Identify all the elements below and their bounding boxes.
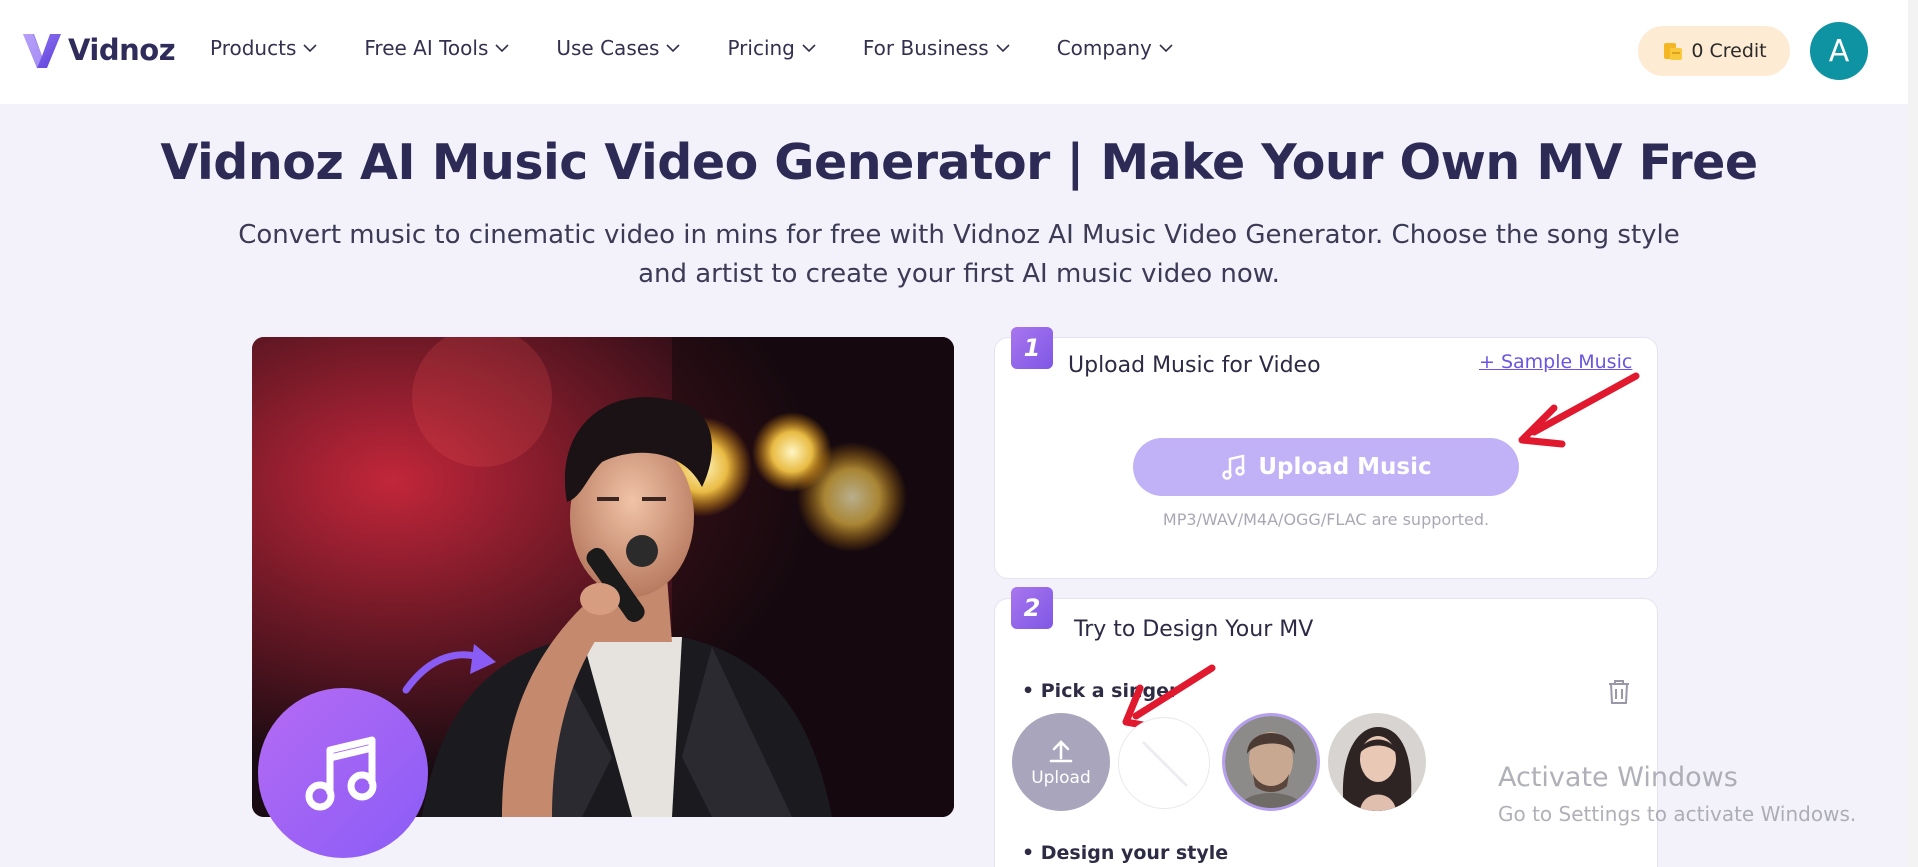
vidnoz-logo-mark-icon [23, 34, 61, 68]
step-1-badge: 1 [1011, 327, 1053, 369]
nav-label: Use Cases [556, 36, 660, 60]
trash-icon[interactable] [1606, 678, 1632, 706]
no-singer-option[interactable] [1118, 717, 1210, 809]
female-singer-avatar [1328, 713, 1426, 811]
nav-free-ai-tools[interactable]: Free AI Tools [364, 36, 510, 60]
chevron-down-icon [1159, 44, 1173, 53]
nav-label: For Business [862, 36, 989, 60]
music-note-icon [305, 736, 377, 811]
nav-label: Free AI Tools [364, 36, 489, 60]
upload-music-label: Upload Music [1258, 454, 1432, 480]
chevron-down-icon [666, 44, 681, 53]
activate-windows-hint: Go to Settings to activate Windows. [1498, 802, 1857, 826]
supported-formats-text: MP3/WAV/M4A/OGG/FLAC are supported. [1162, 510, 1490, 529]
user-avatar[interactable]: A [1810, 22, 1868, 80]
logo-text: Vidnoz [68, 33, 176, 67]
vidnoz-logo[interactable]: Vidnoz [20, 28, 176, 72]
upload-singer-button[interactable]: Upload [1012, 713, 1110, 811]
chevron-down-icon [802, 44, 816, 53]
coins-icon [1664, 43, 1683, 60]
credit-label: 0 Credit [1691, 40, 1767, 62]
upload-singer-label: Upload [1031, 768, 1091, 788]
none-slash-icon [1141, 740, 1189, 788]
design-style-label: • Design your style [1022, 842, 1229, 864]
upload-music-button[interactable]: Upload Music [1133, 438, 1519, 496]
chevron-down-icon [495, 44, 509, 53]
nav-use-cases[interactable]: Use Cases [556, 36, 681, 60]
nav-label: Pricing [727, 36, 795, 60]
main-nav: Products Free AI Tools Use Cases Pricing… [210, 36, 1220, 60]
page-subtitle: Convert music to cinematic video in mins… [238, 220, 1680, 289]
curved-arrow-icon [402, 644, 496, 694]
nav-for-business[interactable]: For Business [863, 36, 1011, 60]
nav-company[interactable]: Company [1057, 36, 1174, 60]
step-2-title: Try to Design Your MV [1074, 617, 1314, 642]
music-note-icon [1222, 454, 1246, 480]
scrollbar[interactable] [1908, 0, 1918, 867]
chevron-down-icon [303, 44, 317, 53]
nav-label: Company [1056, 36, 1152, 60]
step-2-badge: 2 [1011, 587, 1053, 629]
nav-pricing[interactable]: Pricing [727, 36, 816, 60]
top-navigation-bar: Vidnoz Products Free AI Tools Use Cases … [0, 0, 1918, 104]
page-title: Vidnoz AI Music Video Generator | Make Y… [160, 134, 1758, 191]
red-annotation-arrow-icon [1518, 372, 1640, 448]
upload-icon [1049, 740, 1073, 763]
step-1-title: Upload Music for Video [1068, 353, 1321, 378]
male-singer-avatar [1225, 716, 1317, 808]
nav-label: Products [210, 36, 297, 60]
singer-option-female[interactable] [1328, 713, 1426, 811]
chevron-down-icon [996, 44, 1010, 53]
activate-windows-watermark: Activate Windows [1498, 762, 1738, 793]
singer-option-male[interactable] [1222, 713, 1320, 811]
music-note-badge [258, 688, 428, 858]
credit-button[interactable]: 0 Credit [1638, 26, 1790, 76]
nav-products[interactable]: Products [210, 36, 318, 60]
